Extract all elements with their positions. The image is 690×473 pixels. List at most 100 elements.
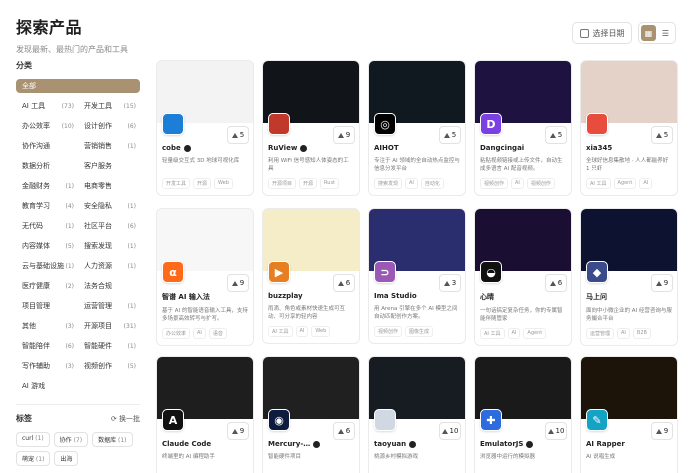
category-item[interactable]: 客户服务 — [78, 159, 140, 174]
category-item[interactable]: 电商零售 — [78, 179, 140, 194]
tag-chip[interactable]: 协作 (7) — [53, 432, 89, 447]
upvote-button[interactable]: 9 — [651, 422, 673, 440]
upvote-button[interactable]: 5 — [227, 126, 249, 144]
product-name[interactable]: Dangcingai — [480, 144, 524, 152]
category-item[interactable]: 社区平台 (6) — [78, 219, 140, 234]
category-item[interactable]: 写作辅助 (3) — [16, 359, 78, 374]
upvote-button[interactable]: 5 — [651, 126, 673, 144]
product-card[interactable]: 5 cobe 轻量级交互式 3D 地球可视化库 开发工具 开源 Web — [156, 60, 254, 196]
category-item[interactable]: 无代码 (1) — [16, 219, 78, 234]
upvote-button[interactable]: 5 — [545, 126, 567, 144]
product-card[interactable]: ⊃ 3 Ima Studio 用 Arena 引擎在多个 AI 模型之间自动匹配创作方… — [368, 208, 466, 344]
category-item[interactable]: 营销销售 (1) — [78, 139, 140, 154]
upvote-button[interactable]: 5 — [439, 126, 461, 144]
product-tag[interactable]: Web — [311, 326, 331, 337]
category-all[interactable]: 全部 — [16, 79, 140, 93]
category-item[interactable]: 运营管理 (1) — [78, 299, 140, 314]
category-item[interactable]: 教育学习 (4) — [16, 199, 78, 214]
product-name[interactable]: 马上问 — [586, 292, 607, 302]
product-name[interactable]: Claude Code — [162, 440, 211, 448]
category-item[interactable]: 智能硬件 (1) — [78, 339, 140, 354]
category-item[interactable]: 金融财务 (1) — [16, 179, 78, 194]
product-card[interactable]: ✎9AI RapperAI 说唱生成内容媒体 — [580, 356, 678, 473]
category-item[interactable]: 项目管理 — [16, 299, 78, 314]
upvote-button[interactable]: 6 — [333, 274, 355, 292]
product-tag[interactable]: Rust — [320, 178, 340, 189]
product-card[interactable]: 5 xia345 全球好信息集散地 · 人人都能养好 1 只虾 AI 工具 Agent A… — [580, 60, 678, 196]
product-tag[interactable]: AI — [507, 328, 521, 339]
product-card[interactable]: ◒ 6 心晴 一句话搞定复杂任务，你的专属智能伴随管家 AI 工具 AI Agent — [474, 208, 572, 346]
category-item[interactable]: 数据分析 — [16, 159, 78, 174]
product-name[interactable]: taoyuan — [374, 440, 406, 448]
product-tag[interactable]: AI — [193, 328, 206, 339]
category-item[interactable]: 视频创作 (5) — [78, 359, 140, 374]
product-card[interactable]: A9Claude Code终端里的 AI 编程助手开发工具 — [156, 356, 254, 473]
category-item[interactable]: 办公效率 (10) — [16, 119, 78, 134]
product-name[interactable]: buzzplay — [268, 292, 303, 300]
upvote-button[interactable]: 10 — [439, 422, 461, 440]
upvote-button[interactable]: 3 — [439, 274, 461, 292]
category-item[interactable]: 人力资源 (1) — [78, 259, 140, 274]
product-tag[interactable]: AI 工具 — [480, 328, 505, 339]
product-tag[interactable]: AI — [639, 178, 653, 189]
category-item[interactable]: 法务合规 — [78, 279, 140, 294]
product-name[interactable]: Mercury-… — [268, 440, 310, 448]
product-name[interactable]: 智谱 AI 输入法 — [162, 292, 210, 302]
date-picker-button[interactable]: 选择日期 — [572, 22, 632, 44]
product-name[interactable]: 心晴 — [480, 292, 494, 302]
tag-chip[interactable]: curl (1) — [16, 432, 50, 447]
category-item[interactable]: 云与基础设施 (1) — [16, 259, 78, 274]
category-item[interactable]: 智能陪伴 (6) — [16, 339, 78, 354]
category-item[interactable]: 医疗健康 (2) — [16, 279, 78, 294]
product-name[interactable]: AIHOT — [374, 144, 399, 152]
product-tag[interactable]: Web — [214, 178, 233, 189]
category-item[interactable]: AI 工具 (73) — [16, 99, 78, 114]
product-tag[interactable]: 开源项目 — [268, 178, 297, 189]
product-tag[interactable]: Agent — [613, 178, 637, 189]
product-name[interactable]: AI Rapper — [586, 440, 625, 448]
product-card[interactable]: ✚10EmulatorJS浏览器中运行的模拟器开源项目 — [474, 356, 572, 473]
category-item[interactable]: 搜索发现 (1) — [78, 239, 140, 254]
product-card[interactable]: D 5 Dangcingai 粘贴视频链接或上传文件，自动生成多语言 AI 配音视频。… — [474, 60, 572, 196]
product-tag[interactable]: 搜索发现 — [374, 178, 403, 189]
product-tag[interactable]: AI — [617, 328, 630, 339]
product-name[interactable]: RuView — [268, 144, 297, 152]
upvote-button[interactable]: 9 — [333, 126, 355, 144]
tag-chip[interactable]: 出海 — [54, 451, 79, 466]
product-card[interactable]: 9 RuView 利用 WiFi 信号感知人体姿态的工具 开源项目 开源 Rust — [262, 60, 360, 196]
upvote-button[interactable]: 9 — [651, 274, 673, 292]
product-name[interactable]: cobe — [162, 144, 181, 152]
product-tag[interactable]: 运营管理 — [586, 328, 615, 339]
product-name[interactable]: Ima Studio — [374, 292, 417, 300]
product-tag[interactable]: 办公效率 — [162, 328, 191, 339]
product-tag[interactable]: B2B — [632, 328, 651, 339]
category-item[interactable]: 开源项目 (31) — [78, 319, 140, 334]
upvote-button[interactable]: 9 — [227, 274, 249, 292]
product-tag[interactable]: 开发工具 — [162, 178, 191, 189]
upvote-button[interactable]: 6 — [545, 274, 567, 292]
tag-chip[interactable]: 萌宠 (1) — [16, 451, 51, 466]
product-tag[interactable]: AI — [295, 326, 309, 337]
product-name[interactable]: EmulatorJS — [480, 440, 523, 448]
refresh-tags-button[interactable]: ⟳ 换一批 — [111, 414, 140, 424]
category-item[interactable]: 其他 (3) — [16, 319, 78, 334]
category-item[interactable]: 开发工具 (15) — [78, 99, 140, 114]
product-tag[interactable]: 开源 — [299, 178, 318, 189]
category-item[interactable]: 协作沟通 — [16, 139, 78, 154]
product-card[interactable]: ◎ 5 AIHOT 专注于 AI 领域的全自动热点监控与信息分发平台 搜索发现 AI 自动化 — [368, 60, 466, 196]
product-tag[interactable]: AI — [405, 178, 418, 189]
product-tag[interactable]: Agent — [523, 328, 547, 339]
product-tag[interactable]: 图像生成 — [405, 326, 434, 337]
category-item[interactable]: AI 游戏 — [16, 379, 78, 394]
product-tag[interactable]: 视频创作 — [374, 326, 403, 337]
product-tag[interactable]: AI — [511, 178, 524, 189]
category-item[interactable]: 安全隐私 (1) — [78, 199, 140, 214]
product-tag[interactable]: 视频创作 — [480, 178, 509, 189]
product-card[interactable]: ◆ 9 马上问 面向中小微企业的 AI 经营咨询与服务撮合平台 运营管理 AI B2B — [580, 208, 678, 346]
list-view-icon[interactable]: ☰ — [658, 25, 673, 41]
product-tag[interactable]: 视频创作 — [526, 178, 555, 189]
category-item[interactable]: 内容媒体 (5) — [16, 239, 78, 254]
upvote-button[interactable]: 10 — [545, 422, 567, 440]
product-tag[interactable]: 自动化 — [420, 178, 444, 189]
grid-view-icon[interactable]: ▦ — [641, 25, 656, 41]
